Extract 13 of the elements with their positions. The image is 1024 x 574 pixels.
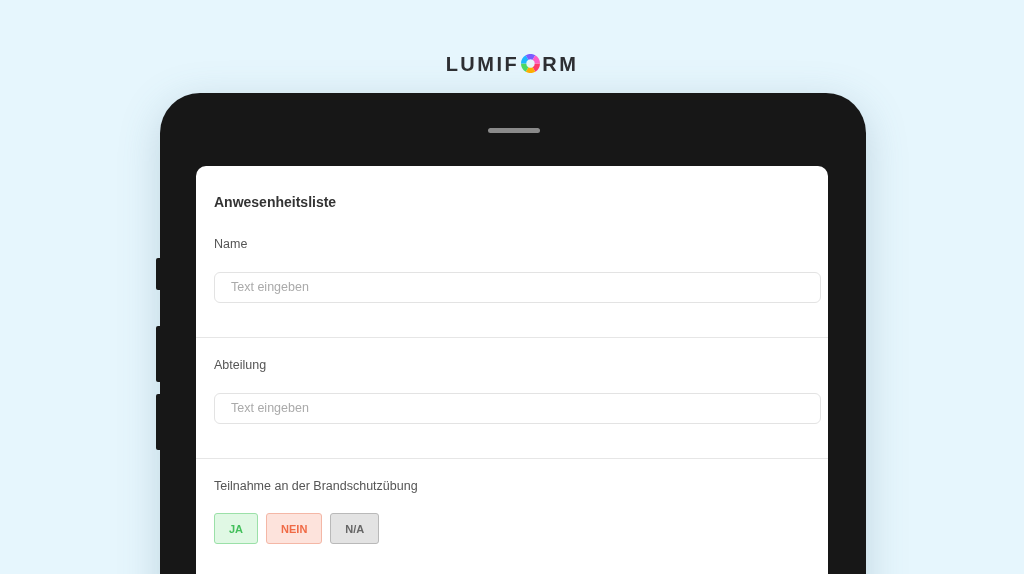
form-title: Anwesenheitsliste: [214, 193, 338, 212]
answer-button[interactable]: N/A: [330, 513, 380, 545]
logo-ring-icon: [521, 54, 541, 73]
answer-button[interactable]: JA: [214, 513, 259, 545]
logo-text: LUMIF: [445, 51, 520, 76]
text-input[interactable]: Text eingeben: [214, 392, 821, 424]
question-label: Teilnahme an der Brandschutzübung: [214, 477, 419, 495]
speaker-slot: [488, 128, 540, 133]
answer-button[interactable]: NEIN: [266, 513, 323, 545]
text-input[interactable]: Text eingeben: [214, 271, 821, 303]
field-label: Abteilung: [214, 356, 268, 374]
logo-text: RM: [542, 51, 579, 76]
field-label: Name: [214, 236, 249, 253]
